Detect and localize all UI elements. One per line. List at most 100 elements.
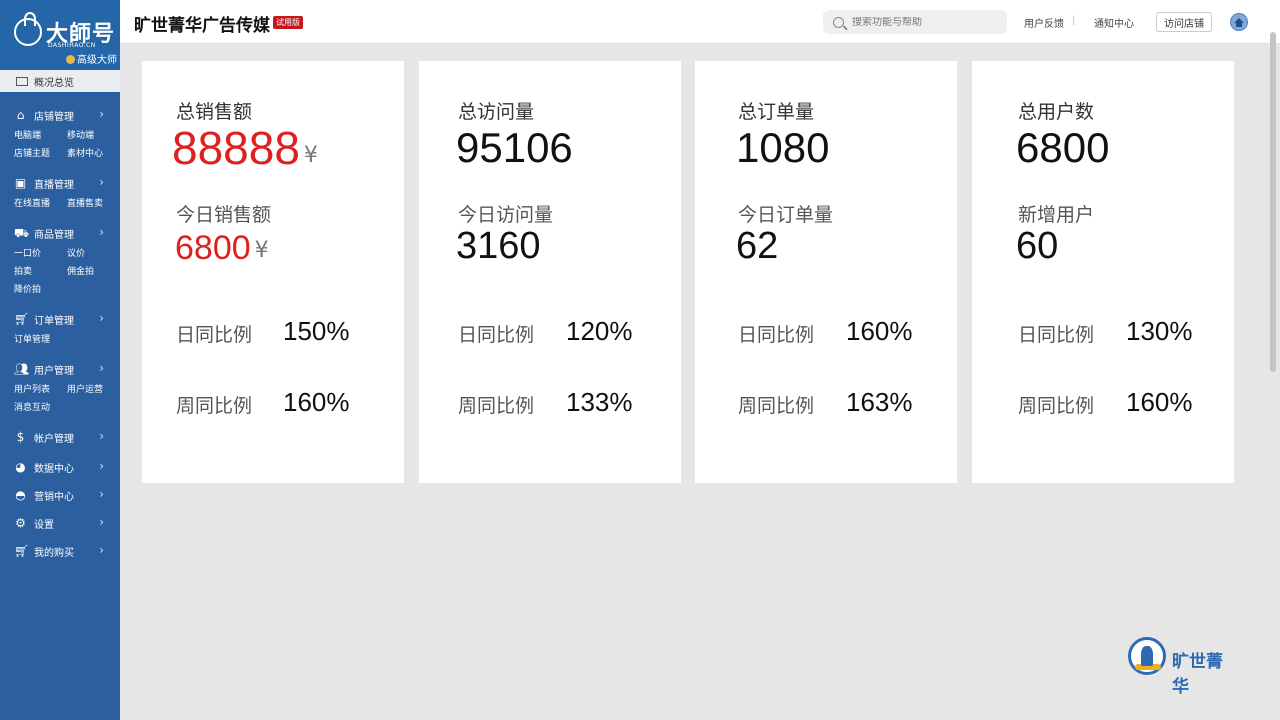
nav-group-store: ⌂ 店铺管理 › 电脑端 移动端 店铺主题 素材中心 — [0, 102, 120, 170]
sidebar-item-store[interactable]: ⌂ 店铺管理 › — [0, 102, 120, 128]
sidebar-item-users[interactable]: 👥︎ 用户管理 › — [0, 356, 120, 382]
stat-card-users: 总用户数 6800 新增用户 60 日同比例 130% 周同比例 160% — [972, 61, 1234, 483]
home-button[interactable] — [1230, 13, 1248, 31]
today-value: 3160 — [456, 225, 541, 267]
submenu-item[interactable]: 移动端 — [67, 130, 120, 142]
day-ratio-value: 160% — [846, 316, 913, 346]
submenu: 订单管理 — [0, 332, 120, 356]
sidebar-item-data[interactable]: ◕ 数据中心 › — [0, 454, 120, 480]
submenu-item[interactable]: 拍卖 — [14, 266, 67, 278]
today-label: 今日订单量 — [738, 204, 834, 226]
submenu-item[interactable]: 佣金拍 — [67, 266, 120, 278]
search-box[interactable] — [823, 10, 1007, 34]
week-ratio-value: 133% — [566, 387, 633, 417]
day-ratio-label: 日同比例 — [1018, 324, 1095, 346]
android-icon: ◓ — [15, 488, 26, 502]
week-ratio-label: 周同比例 — [176, 395, 253, 417]
nav-group-settings: ⚙ 设置 › — [0, 510, 120, 536]
sidebar-item-purchase[interactable]: 🛒︎ 我的购买 › — [0, 538, 120, 564]
submenu: 用户列表 用户运营 消息互动 — [0, 382, 120, 424]
nav-group-purchase: 🛒︎ 我的购买 › — [0, 538, 120, 564]
week-ratio-label: 周同比例 — [458, 395, 535, 417]
group-label: 营销中心 — [34, 491, 74, 503]
pie-chart-icon: ◕ — [15, 460, 26, 474]
today-value: 62 — [736, 225, 779, 267]
group-label: 商品管理 — [34, 229, 74, 241]
today-value: 60 — [1016, 225, 1059, 267]
week-ratio-value: 163% — [846, 387, 913, 417]
sidebar-item-settings[interactable]: ⚙ 设置 › — [0, 510, 120, 536]
sidebar-item-goods[interactable]: ⛟ 商品管理 › — [0, 220, 120, 246]
group-label: 帐户管理 — [34, 433, 74, 445]
company-logo-icon — [1128, 637, 1166, 675]
company-logo: 旷世菁华 — [1128, 635, 1232, 697]
submenu-item[interactable]: 用户列表 — [14, 384, 67, 396]
gear-icon: ⚙ — [15, 516, 26, 530]
vip-label: 高级大师 — [77, 55, 117, 66]
submenu-item[interactable]: 一口价 — [14, 248, 67, 260]
chevron-right-icon: › — [99, 543, 104, 557]
chevron-right-icon: › — [99, 175, 104, 189]
submenu-item[interactable]: 订单管理 — [14, 334, 67, 346]
dollar-icon: $ — [16, 430, 25, 444]
logo[interactable]: 大師号 DASHIHAO.CN 高级大师 — [0, 0, 120, 70]
visit-store-button[interactable]: 访问店铺 — [1156, 12, 1212, 32]
notice-link[interactable]: 通知中心 — [1094, 15, 1134, 30]
sidebar-item-live[interactable]: ▣ 直播管理 › — [0, 170, 120, 196]
total-label: 总订单量 — [738, 101, 815, 123]
cart-icon: 🛒︎ — [14, 312, 30, 326]
day-ratio-label: 日同比例 — [738, 324, 815, 346]
group-label: 店铺管理 — [34, 111, 74, 123]
submenu-item[interactable]: 用户运营 — [67, 384, 120, 396]
chevron-right-icon: › — [99, 515, 104, 529]
total-label: 总销售额 — [176, 101, 253, 123]
chevron-right-icon: › — [99, 429, 104, 443]
sidebar-item-marketing[interactable]: ◓ 营销中心 › — [0, 482, 120, 508]
nav-group-account: $ 帐户管理 › — [0, 424, 120, 450]
submenu-item[interactable]: 议价 — [67, 248, 120, 260]
submenu-item[interactable]: 降价拍 — [14, 284, 67, 296]
submenu-item[interactable]: 店铺主题 — [14, 148, 67, 160]
home-icon: ⌂ — [16, 108, 25, 122]
total-value: 88888 ¥ — [172, 122, 318, 174]
sidebar-nav: ⌂ 店铺管理 › 电脑端 移动端 店铺主题 素材中心 ▣ 直播管理 › 在线直播… — [0, 92, 120, 564]
submenu-item[interactable]: 消息互动 — [14, 402, 67, 414]
home-icon — [1234, 17, 1244, 27]
company-logo-text: 旷世菁华 — [1172, 652, 1223, 697]
sidebar-item-account[interactable]: $ 帐户管理 › — [0, 424, 120, 450]
nav-group-marketing: ◓ 营销中心 › — [0, 482, 120, 508]
vip-badge: 高级大师 — [66, 51, 117, 66]
submenu-item[interactable]: 直播售卖 — [67, 198, 120, 210]
sidebar-item-orders[interactable]: 🛒︎ 订单管理 › — [0, 306, 120, 332]
day-ratio-value: 120% — [566, 316, 633, 346]
group-label: 设置 — [34, 519, 54, 531]
chevron-right-icon: › — [99, 225, 104, 239]
group-label: 数据中心 — [34, 463, 74, 475]
monitor-icon — [16, 76, 28, 86]
medal-icon — [66, 55, 75, 64]
day-ratio-value: 150% — [283, 316, 350, 346]
feedback-link[interactable]: 用户反馈 — [1024, 15, 1064, 30]
nav-group-data: ◕ 数据中心 › — [0, 454, 120, 480]
currency-unit: ¥ — [254, 238, 269, 263]
total-label: 总访问量 — [458, 101, 535, 123]
submenu: 一口价 议价 拍卖 佣金拍 降价拍 — [0, 246, 120, 306]
scrollbar[interactable] — [1270, 32, 1276, 372]
week-ratio-label: 周同比例 — [738, 395, 815, 417]
group-label: 直播管理 — [34, 179, 74, 191]
today-label: 今日销售额 — [176, 204, 272, 226]
divider: | — [1072, 15, 1076, 26]
submenu-item[interactable]: 素材中心 — [67, 148, 120, 160]
logo-subtitle: DASHIHAO.CN — [48, 42, 96, 49]
today-label: 今日访问量 — [458, 204, 554, 226]
chevron-right-icon: › — [99, 459, 104, 473]
nav-group-orders: 🛒︎ 订单管理 › 订单管理 — [0, 306, 120, 356]
submenu-item[interactable]: 电脑端 — [14, 130, 67, 142]
sidebar-item-overview[interactable]: 概况总览 — [0, 70, 120, 92]
day-ratio-label: 日同比例 — [176, 324, 253, 346]
total-value: 1080 — [736, 124, 830, 171]
logo-icon — [14, 12, 42, 46]
chevron-right-icon: › — [99, 487, 104, 501]
search-input[interactable] — [852, 16, 992, 28]
submenu-item[interactable]: 在线直播 — [14, 198, 67, 210]
